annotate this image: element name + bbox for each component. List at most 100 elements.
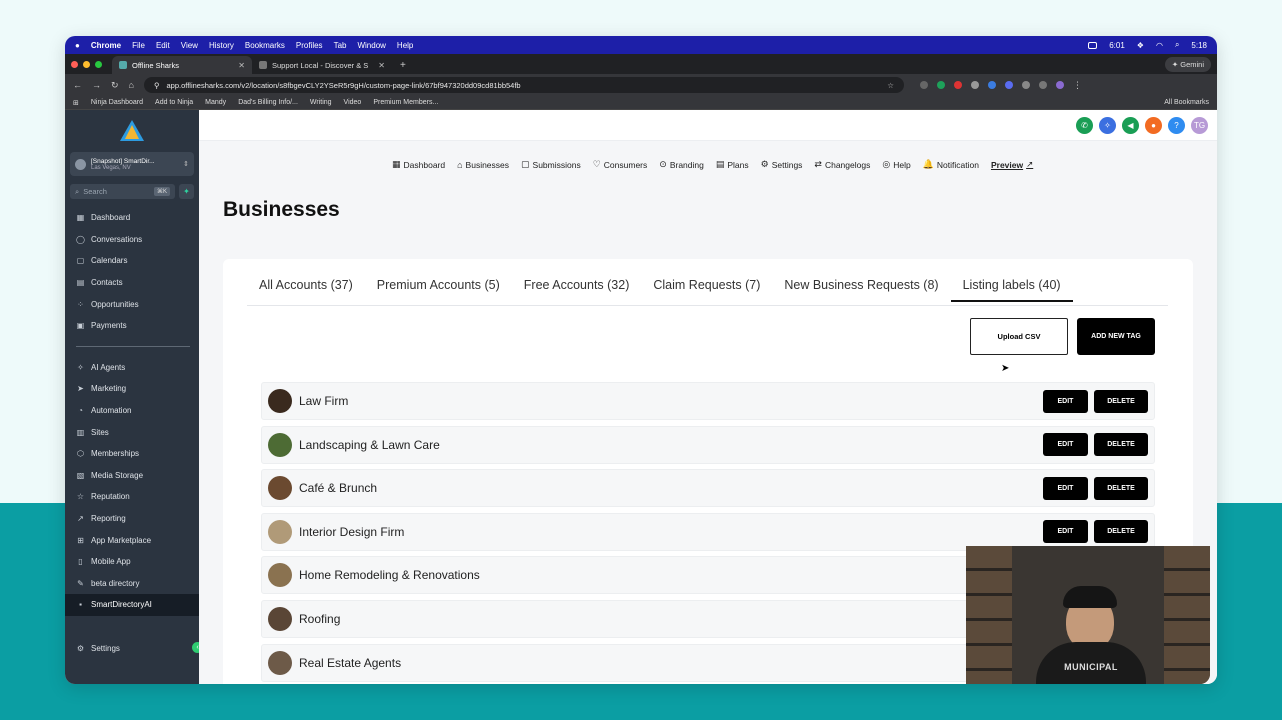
sidebar-item-reporting[interactable]: ↗ Reporting [65, 508, 199, 530]
extension-icon[interactable] [919, 81, 928, 89]
tab-claim-requests[interactable]: Claim Requests (7) [653, 278, 760, 302]
extension-icon[interactable] [953, 81, 962, 89]
menu-edit[interactable]: Edit [156, 41, 170, 50]
user-avatar[interactable]: TG [1191, 116, 1208, 134]
close-window-icon[interactable] [71, 60, 78, 68]
reload-icon[interactable]: ↻ [111, 80, 119, 91]
tab-listing-labels[interactable]: Listing labels (40) [950, 278, 1073, 302]
sidebar-item-calendars[interactable]: ▢ Calendars [65, 250, 199, 272]
menubar-clock[interactable]: 5:18 [1191, 41, 1207, 50]
sidebar-item-opportunities[interactable]: ⁘ Opportunities [65, 293, 199, 315]
bookmark-item[interactable]: Premium Members... [373, 99, 438, 106]
topnav-help[interactable]: ◎ Help [882, 159, 910, 170]
extension-icon[interactable] [970, 81, 979, 89]
sidebar-item-contacts[interactable]: ▤ Contacts [65, 272, 199, 294]
sidebar-item-beta-directory[interactable]: ✎ beta directory [65, 573, 199, 595]
tab-new-business-requests[interactable]: New Business Requests (8) [784, 278, 938, 302]
edit-button[interactable]: EDIT [1043, 433, 1088, 457]
bookmark-item[interactable]: Dad's Billing Info/... [238, 99, 298, 106]
sidebar-item-settings[interactable]: ⚙ Settings [65, 638, 199, 660]
delete-button[interactable]: DELETE [1094, 476, 1148, 500]
menu-file[interactable]: File [132, 41, 145, 50]
phone-icon[interactable]: ✆ [1076, 116, 1093, 134]
extension-icon[interactable] [987, 81, 996, 89]
sidebar-item-smartdirectoryai[interactable]: ▪ SmartDirectoryAI [65, 594, 199, 616]
topnav-settings[interactable]: ⚙ Settings [761, 159, 803, 170]
sidebar-item-marketing[interactable]: ➤ Marketing [65, 378, 199, 400]
close-tab-icon[interactable]: ✕ [378, 61, 385, 70]
gemini-button[interactable]: ✦ Gemini [1164, 57, 1211, 72]
upload-csv-button[interactable]: Upload CSV [970, 318, 1068, 355]
topnav-consumers[interactable]: ♡ Consumers [593, 159, 648, 170]
menu-tab[interactable]: Tab [334, 41, 347, 50]
extension-icon[interactable] [1004, 81, 1013, 89]
maximize-window-icon[interactable] [95, 60, 102, 68]
apple-icon[interactable]: ● [75, 41, 80, 50]
sidebar-item-payments[interactable]: ▣ Payments [65, 315, 199, 337]
display-icon[interactable] [1088, 41, 1098, 49]
topnav-submissions[interactable]: ▢ Submissions [521, 159, 581, 170]
puzzle-icon[interactable] [1021, 81, 1030, 89]
forward-icon[interactable]: → [92, 80, 101, 90]
download-icon[interactable] [1038, 81, 1047, 89]
apps-grid-icon[interactable]: ⊞ [73, 99, 79, 107]
close-tab-icon[interactable]: ✕ [238, 61, 245, 70]
menu-view[interactable]: View [181, 41, 198, 50]
menubar-app-name[interactable]: Chrome [91, 41, 121, 50]
all-bookmarks[interactable]: All Bookmarks [1164, 99, 1209, 106]
preview-link[interactable]: Preview ↗ [991, 159, 1033, 170]
site-info-icon[interactable]: ⚲ [154, 81, 160, 90]
sidebar-item-mobile-app[interactable]: ▯ Mobile App [65, 551, 199, 573]
sidebar-item-automation[interactable]: ◔ Automation [65, 400, 199, 422]
tab-free-accounts[interactable]: Free Accounts (32) [524, 278, 630, 302]
add-new-tag-button[interactable]: ADD NEW TAG [1077, 318, 1155, 355]
dropbox-icon[interactable]: ❖ [1137, 41, 1144, 50]
extension-icon[interactable] [936, 81, 945, 89]
sidebar-item-ai-agents[interactable]: ✧ AI Agents [65, 357, 199, 379]
menu-history[interactable]: History [209, 41, 234, 50]
new-tab-button[interactable]: + [392, 60, 414, 74]
menu-window[interactable]: Window [357, 41, 385, 50]
topnav-notification[interactable]: 🔔 Notification [923, 159, 979, 170]
sidebar-item-dashboard[interactable]: ▦ Dashboard [65, 207, 199, 229]
search-icon[interactable]: ⌕ [1175, 40, 1179, 50]
tab-premium-accounts[interactable]: Premium Accounts (5) [377, 278, 500, 302]
sidebar-item-sites[interactable]: ▥ Sites [65, 421, 199, 443]
megaphone-icon[interactable]: ◀ [1122, 116, 1139, 134]
sidebar-item-media-storage[interactable]: ▧ Media Storage [65, 465, 199, 487]
magic-icon[interactable]: ✧ [1099, 116, 1116, 134]
account-switcher[interactable]: [Snapshot] SmartDir... Las Vegas, NV ⇕ [70, 152, 194, 176]
edit-button[interactable]: EDIT [1043, 476, 1088, 500]
profile-avatar-icon[interactable] [1055, 81, 1064, 89]
delete-button[interactable]: DELETE [1094, 520, 1148, 544]
edit-button[interactable]: EDIT [1043, 520, 1088, 544]
bookmark-item[interactable]: Video [344, 99, 362, 106]
menu-bookmarks[interactable]: Bookmarks [245, 41, 285, 50]
bookmark-item[interactable]: Mandy [205, 99, 226, 106]
home-icon[interactable]: ⌂ [129, 80, 134, 90]
tab-all-accounts[interactable]: All Accounts (37) [259, 278, 353, 302]
app-logo[interactable] [65, 110, 199, 152]
sidebar-item-memberships[interactable]: ⬡ Memberships [65, 443, 199, 465]
topnav-plans[interactable]: ▤ Plans [716, 159, 749, 170]
menu-profiles[interactable]: Profiles [296, 41, 323, 50]
topnav-branding[interactable]: ⊙ Branding [659, 159, 704, 170]
browser-tab-offline-sharks[interactable]: Offline Sharks ✕ [112, 56, 252, 74]
bookmark-item[interactable]: Writing [310, 99, 332, 106]
topnav-changelogs[interactable]: ⇄ Changelogs [814, 159, 870, 170]
bookmark-item[interactable]: Add to Ninja [155, 99, 193, 106]
menu-kebab-icon[interactable]: ⋮ [1073, 80, 1082, 91]
sidebar-item-reputation[interactable]: ☆ Reputation [65, 486, 199, 508]
wifi-icon[interactable]: ◠ [1156, 41, 1163, 50]
address-bar[interactable]: ⚲ app.offlinesharks.com/v2/location/s8fb… [143, 77, 904, 93]
back-icon[interactable]: ← [73, 80, 82, 90]
bell-icon[interactable]: ● [1145, 116, 1162, 134]
sidebar-search-input[interactable]: ⌕ Search ⌘K [70, 184, 175, 199]
edit-button[interactable]: EDIT [1043, 389, 1088, 413]
battery-time[interactable]: 6:01 [1109, 41, 1125, 50]
sidebar-item-conversations[interactable]: ◯ Conversations [65, 229, 199, 251]
delete-button[interactable]: DELETE [1094, 389, 1148, 413]
topnav-dashboard[interactable]: ▦ Dashboard [392, 159, 445, 170]
bookmark-star-icon[interactable]: ☆ [887, 81, 894, 90]
browser-tab-support-local[interactable]: Support Local - Discover & S ✕ [252, 56, 392, 74]
